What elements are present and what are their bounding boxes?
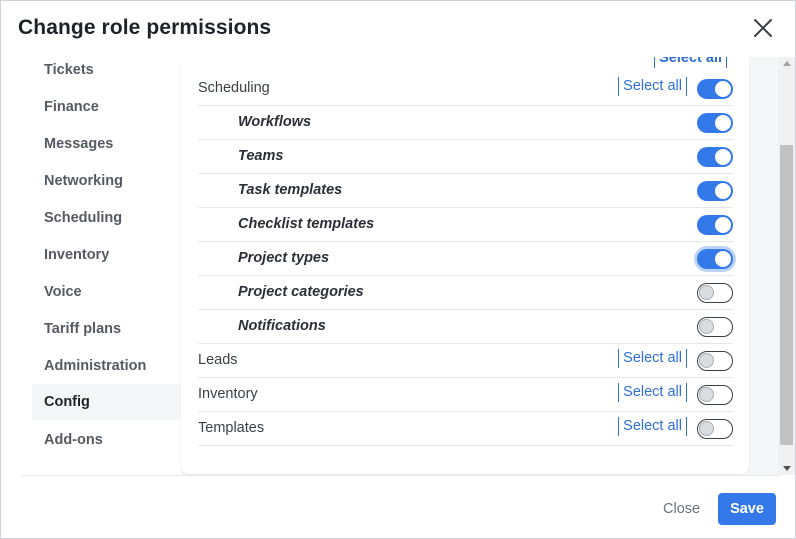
footer-divider (21, 475, 779, 476)
toggle-switch-project-categories[interactable] (697, 283, 733, 303)
permission-label: Leads (198, 352, 238, 368)
permissions-panel: Select all Scheduling Select all Workflo… (181, 57, 749, 474)
scroll-up-arrow-icon[interactable] (783, 61, 791, 66)
permission-row-teams: Teams (198, 140, 733, 174)
dialog-body: Tickets Finance Messages Networking Sche… (21, 57, 795, 475)
permission-label: Project types (238, 250, 330, 266)
sidebar-item-finance[interactable]: Finance (32, 94, 181, 130)
select-all-link[interactable]: Select all (618, 417, 687, 436)
permission-row-notifications: Notifications (198, 310, 733, 344)
toggle-knob (699, 421, 714, 436)
permission-row-templates: Templates Select all (198, 412, 733, 446)
vertical-scrollbar[interactable] (778, 57, 795, 475)
permission-row-inventory: Inventory Select all (198, 378, 733, 412)
toggle-knob (715, 183, 731, 199)
permission-label: Task templates (238, 182, 343, 198)
permission-label: Checklist templates (238, 216, 375, 232)
close-icon-svg (754, 19, 772, 37)
sidebar-item-scheduling[interactable]: Scheduling (32, 205, 181, 241)
toggle-switch-project-types[interactable] (697, 249, 733, 269)
permission-label: Inventory (198, 386, 258, 402)
close-button[interactable]: Close (653, 493, 710, 525)
change-role-permissions-dialog: Change role permissions Tickets Finance … (0, 0, 796, 539)
close-icon[interactable] (751, 16, 775, 40)
permission-row-project-categories: Project categories (198, 276, 733, 310)
permission-row-leads: Leads Select all (198, 344, 733, 378)
permission-label: Templates (198, 420, 265, 436)
sidebar-item-tickets[interactable]: Tickets (32, 57, 181, 93)
sidebar-item-voice[interactable]: Voice (32, 279, 181, 315)
sidebar-item-messages[interactable]: Messages (32, 131, 181, 167)
toggle-switch-leads[interactable] (697, 351, 733, 371)
toggle-knob (699, 387, 714, 402)
sidebar-item-add-ons[interactable]: Add-ons (32, 427, 181, 463)
toggle-knob (715, 81, 731, 97)
toggle-knob (715, 115, 731, 131)
toggle-knob (715, 149, 731, 165)
sidebar-item-inventory[interactable]: Inventory (32, 242, 181, 278)
toggle-switch-templates[interactable] (697, 419, 733, 439)
toggle-switch-workflows[interactable] (697, 113, 733, 133)
toggle-knob (699, 353, 714, 368)
select-all-link[interactable]: Select all (618, 77, 687, 96)
sidebar-item-config[interactable]: Config (32, 384, 181, 420)
permission-label: Project categories (238, 284, 364, 300)
permission-row-workflows: Workflows (198, 106, 733, 140)
select-all-link[interactable]: Select all (618, 349, 687, 368)
toggle-knob (715, 217, 731, 233)
scroll-down-arrow-icon[interactable] (783, 466, 791, 471)
permission-label: Notifications (238, 318, 326, 334)
toggle-knob (699, 319, 714, 334)
toggle-switch-scheduling[interactable] (697, 79, 733, 99)
toggle-switch-inventory[interactable] (697, 385, 733, 405)
dialog-title: Change role permissions (18, 16, 272, 39)
permission-row-project-types: Project types (198, 242, 733, 276)
permission-row-scheduling: Scheduling Select all (198, 72, 733, 106)
toggle-switch-checklist-templates[interactable] (697, 215, 733, 235)
sidebar: Tickets Finance Messages Networking Sche… (21, 57, 181, 475)
sidebar-item-networking[interactable]: Networking (32, 168, 181, 204)
permission-label: Workflows (238, 114, 312, 130)
permission-label: Scheduling (198, 80, 270, 96)
permission-label: Teams (238, 148, 284, 164)
toggle-switch-teams[interactable] (697, 147, 733, 167)
sidebar-item-tariff-plans[interactable]: Tariff plans (32, 316, 181, 352)
toggle-knob (699, 285, 714, 300)
toggle-knob (715, 251, 731, 267)
save-button[interactable]: Save (718, 493, 776, 525)
toggle-switch-notifications[interactable] (697, 317, 733, 337)
select-all-link[interactable]: Select all (618, 383, 687, 402)
permission-row-task-templates: Task templates (198, 174, 733, 208)
select-all-link-partial[interactable]: Select all (654, 57, 727, 68)
toggle-switch-task-templates[interactable] (697, 181, 733, 201)
scrollbar-thumb[interactable] (780, 145, 793, 445)
permission-row-checklist-templates: Checklist templates (198, 208, 733, 242)
